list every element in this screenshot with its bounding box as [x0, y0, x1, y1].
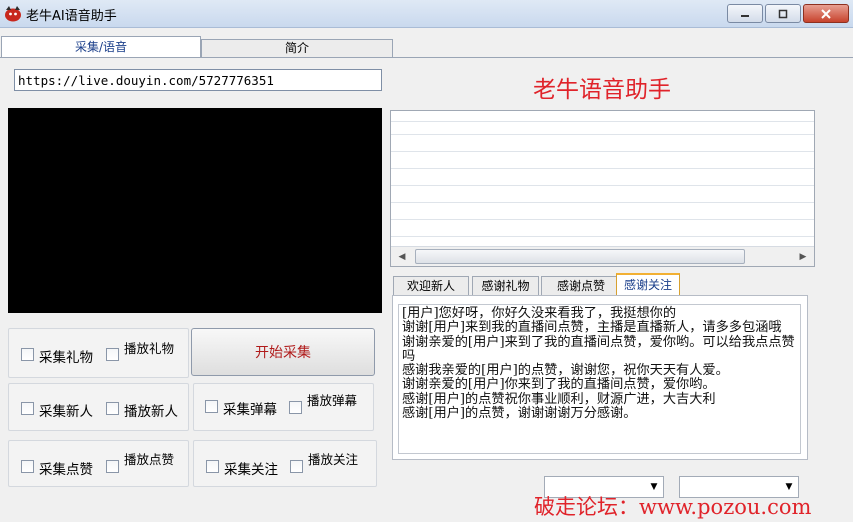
play-danmaku-label: 播放弹幕 [307, 393, 358, 408]
live-video-preview [8, 108, 382, 313]
play-like-label: 播放点赞 [124, 452, 175, 467]
message-line: 感谢[用户]的点赞，谢谢谢谢万分感谢。 [402, 406, 637, 422]
message-line: 谢谢亲爱的[用户]来到了我的直播间点赞，爱你哟。可以给我点点赞吗 [402, 334, 795, 364]
like-options-group: 采集点赞 播放点赞 [8, 440, 189, 487]
collect-danmaku-label: 采集弹幕 [223, 402, 277, 418]
play-new-label: 播放新人 [124, 404, 178, 420]
play-danmaku-checkbox[interactable] [289, 401, 302, 414]
minimize-button[interactable] [727, 4, 763, 23]
collect-follow-checkbox[interactable] [206, 460, 219, 473]
grid-row-line [391, 168, 814, 169]
close-button[interactable] [803, 4, 849, 23]
grid-row-line [391, 134, 814, 135]
title-bar [0, 0, 853, 28]
message-line: 谢谢[用户]来到我的直播间点赞，主播是直播新人，请多多包涵哦 [402, 320, 782, 336]
maximize-button[interactable] [765, 4, 801, 23]
danmaku-options-group: 采集弹幕 播放弹幕 [193, 383, 374, 431]
collect-like-label: 采集点赞 [39, 462, 93, 478]
follow-options-group: 采集关注 播放关注 [193, 440, 377, 487]
message-line: 谢谢亲爱的[用户]你来到了我的直播间点赞，爱你哟。 [402, 377, 716, 393]
grid-row-line [391, 236, 814, 237]
play-like-checkbox[interactable] [106, 460, 119, 473]
tab-thank-follow[interactable]: 感谢关注 [616, 273, 680, 296]
minimize-icon [741, 14, 749, 17]
scrollbar-thumb[interactable] [415, 249, 745, 264]
collect-gift-checkbox[interactable] [21, 348, 34, 361]
play-follow-checkbox[interactable] [290, 460, 303, 473]
grid-row-line [391, 202, 814, 203]
play-new-checkbox[interactable] [106, 402, 119, 415]
play-gift-checkbox[interactable] [106, 348, 119, 361]
tab-intro[interactable]: 简介 [201, 39, 393, 57]
scroll-right-arrow-icon[interactable]: ▶ [794, 247, 812, 266]
play-follow-label: 播放关注 [308, 452, 359, 467]
new-user-options-group: 采集新人 播放新人 [8, 383, 189, 431]
tab-thank-like[interactable]: 感谢点赞 [541, 276, 621, 296]
message-template-textarea[interactable]: [用户]您好呀，你好久没来看我了，我挺想你的 谢谢[用户]来到我的直播间点赞，主… [398, 304, 801, 454]
collect-gift-label: 采集礼物 [39, 350, 93, 366]
tab-capture-voice[interactable]: 采集/语音 [1, 36, 201, 57]
collect-new-checkbox[interactable] [21, 402, 34, 415]
start-collect-button[interactable]: 开始采集 [191, 328, 375, 376]
collect-follow-label: 采集关注 [224, 462, 278, 478]
message-line: 感谢[用户]的点赞祝你事业顺利，财源广进，大吉大利 [402, 391, 716, 407]
close-icon [821, 8, 831, 19]
horizontal-scrollbar[interactable]: ◀ ▶ [391, 246, 814, 266]
app-logo-icon [4, 5, 22, 22]
play-gift-label: 播放礼物 [124, 341, 175, 356]
scroll-left-arrow-icon[interactable]: ◀ [393, 247, 411, 266]
grid-row-line [391, 219, 814, 220]
grid-row-line [391, 185, 814, 186]
event-list-grid[interactable]: ◀ ▶ [390, 110, 815, 267]
window-title: 老牛AI语音助手 [26, 9, 117, 24]
grid-row-line [391, 151, 814, 152]
forum-watermark: 破走论坛：www.pozou.com [534, 495, 812, 519]
collect-like-checkbox[interactable] [21, 460, 34, 473]
tab-thank-gift[interactable]: 感谢礼物 [472, 276, 539, 296]
grid-row-line [391, 121, 814, 122]
tab-divider [0, 57, 853, 58]
app-heading: 老牛语音助手 [533, 77, 671, 103]
maximize-icon [778, 9, 788, 18]
collect-danmaku-checkbox[interactable] [205, 400, 218, 413]
collect-new-label: 采集新人 [39, 404, 93, 420]
live-url-input[interactable]: https://live.douyin.com/5727776351 [14, 69, 382, 91]
tab-welcome-new[interactable]: 欢迎新人 [393, 276, 469, 296]
gift-options-group: 采集礼物 播放礼物 [8, 328, 189, 378]
